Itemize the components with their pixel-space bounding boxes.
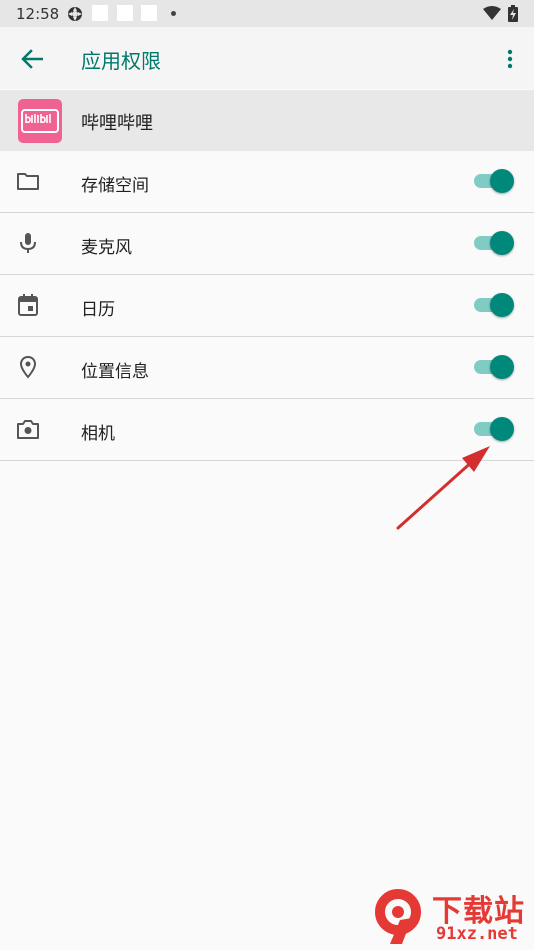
status-time: 12:58 xyxy=(16,5,60,23)
folder-icon xyxy=(17,173,39,190)
calendar-icon xyxy=(18,294,38,316)
app-name: 哔哩哔哩 xyxy=(81,113,153,134)
microphone-icon xyxy=(20,233,36,253)
permission-row-microphone[interactable]: 麦克风 xyxy=(0,213,534,275)
back-button[interactable] xyxy=(14,41,50,77)
permission-toggle-storage[interactable] xyxy=(474,169,514,193)
notification-icon-3 xyxy=(141,5,157,21)
location-pin-icon xyxy=(19,355,37,379)
permission-row-camera[interactable]: 相机 xyxy=(0,399,534,461)
back-arrow-icon xyxy=(21,49,43,69)
battery-charging-icon xyxy=(508,5,518,22)
overflow-menu-button[interactable] xyxy=(496,41,524,77)
permission-toggle-microphone[interactable] xyxy=(474,231,514,255)
wifi-icon xyxy=(483,6,501,20)
permission-row-storage[interactable]: 存储空间 xyxy=(0,151,534,213)
permission-row-calendar[interactable]: 日历 xyxy=(0,275,534,337)
watermark-en: 91xz.net xyxy=(436,924,518,944)
permission-label: 相机 xyxy=(81,424,115,444)
page-title: 应用权限 xyxy=(81,49,161,73)
permission-label: 麦克风 xyxy=(81,238,132,258)
watermark: 下载站 91xz.net xyxy=(372,884,534,950)
app-logo xyxy=(18,99,62,143)
permission-toggle-camera[interactable] xyxy=(474,417,514,441)
permission-label: 位置信息 xyxy=(81,362,149,382)
camera-icon xyxy=(17,420,39,439)
permission-toggle-calendar[interactable] xyxy=(474,293,514,317)
notification-icon-2 xyxy=(117,5,133,21)
permission-row-location[interactable]: 位置信息 xyxy=(0,337,534,399)
permission-toggle-location[interactable] xyxy=(474,355,514,379)
permission-list: 存储空间 麦克风 日历 位置信息 相机 xyxy=(0,151,534,461)
bilibili-tv-icon xyxy=(21,109,59,133)
more-notifications-dot xyxy=(171,11,176,16)
permission-label: 存储空间 xyxy=(81,176,149,196)
app-bar: 应用权限 xyxy=(0,27,534,89)
more-vert-icon xyxy=(507,49,513,69)
notification-icon-1 xyxy=(92,5,108,21)
sync-notification-icon xyxy=(68,7,82,21)
app-header: 哔哩哔哩 xyxy=(0,90,534,151)
status-bar: 12:58 xyxy=(0,0,534,27)
watermark-logo xyxy=(375,889,421,944)
permission-label: 日历 xyxy=(81,300,115,320)
